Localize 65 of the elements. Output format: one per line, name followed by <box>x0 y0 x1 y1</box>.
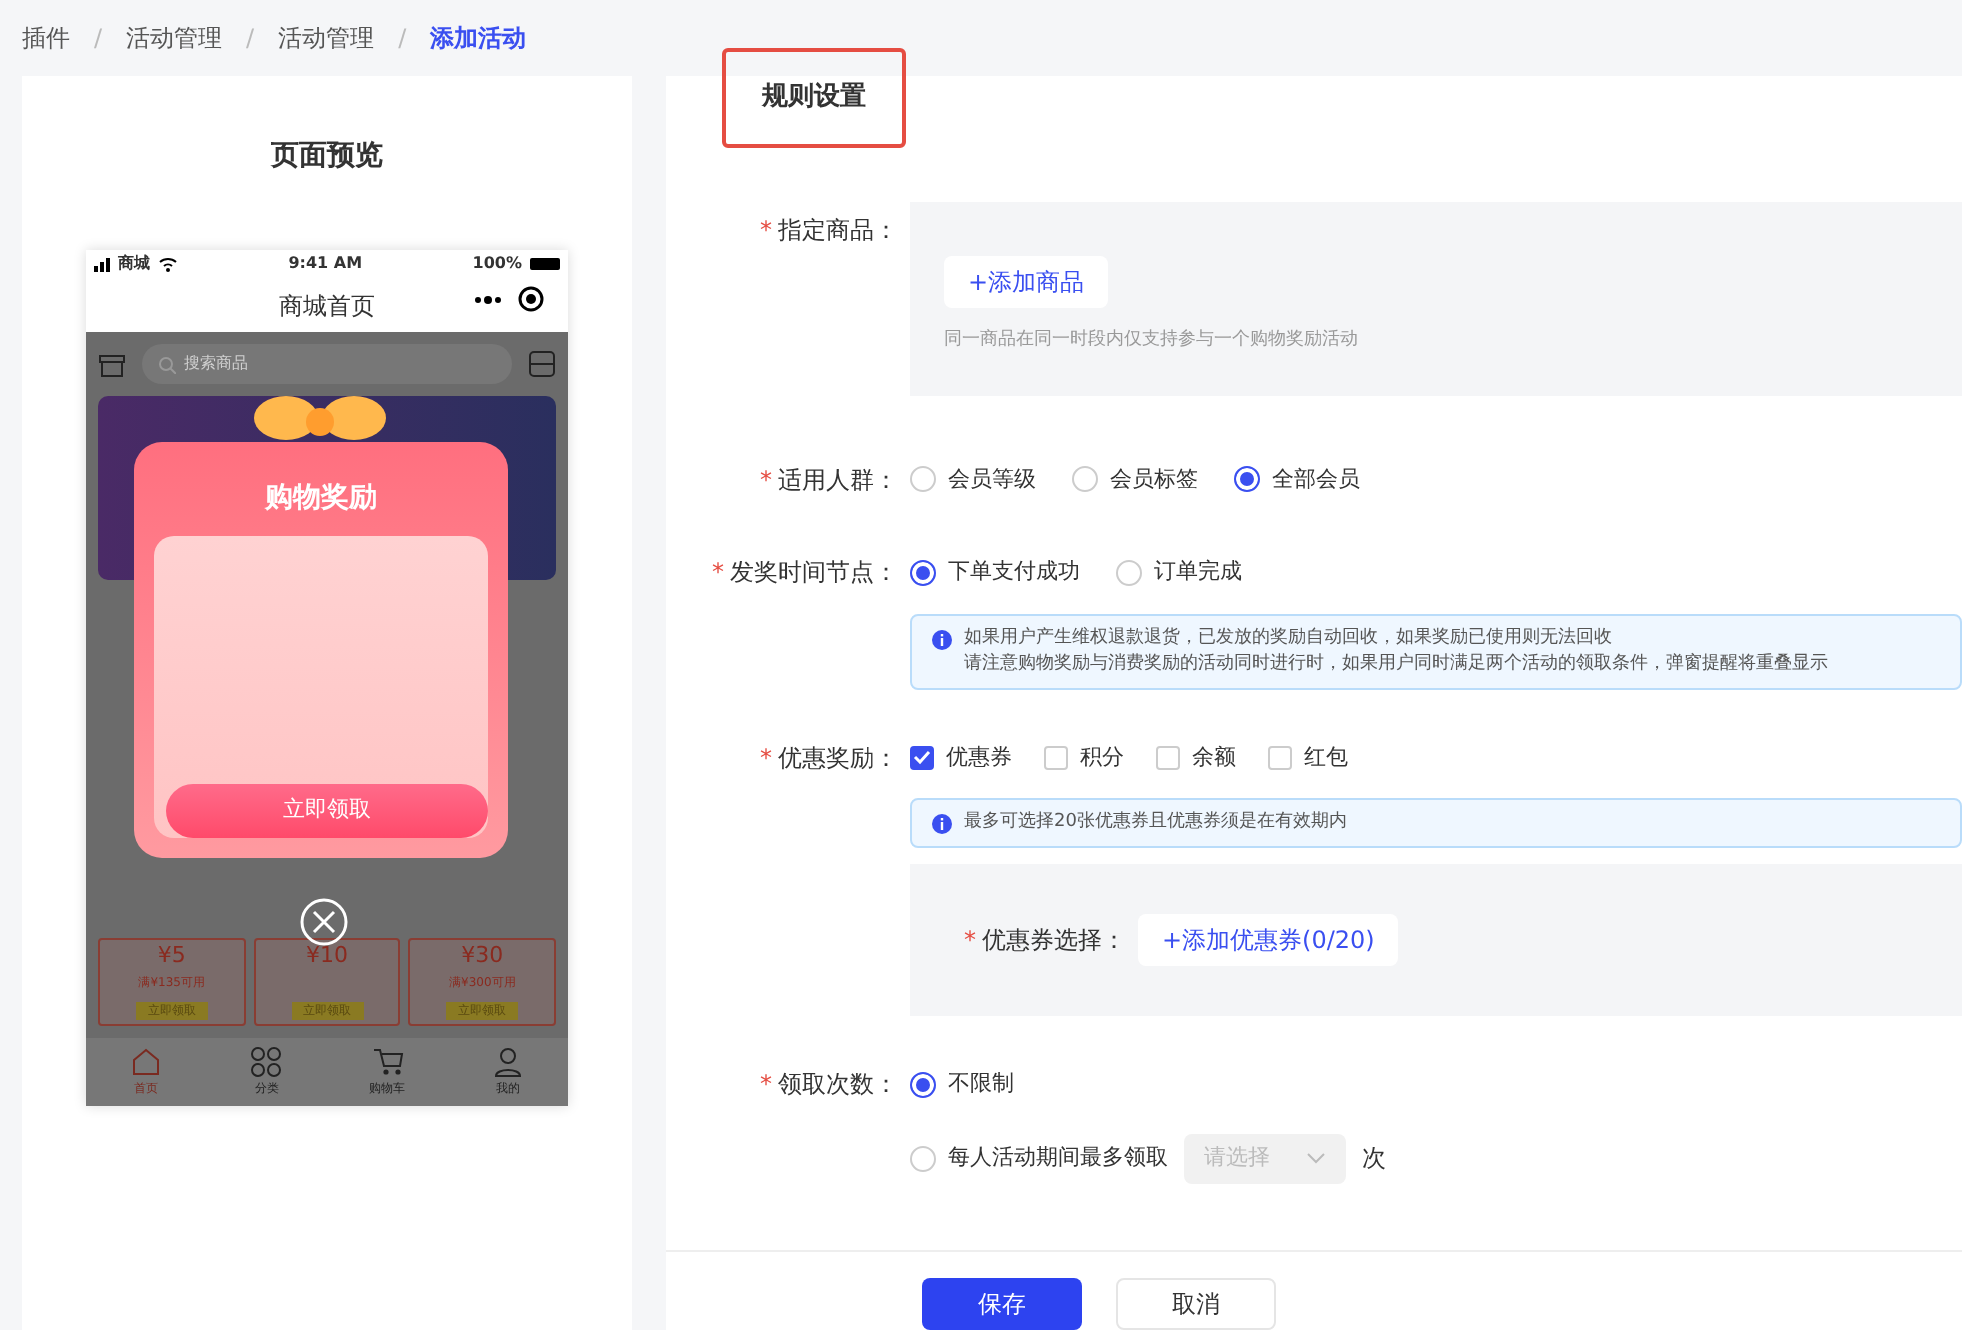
breadcrumb-separator: / <box>94 22 103 56</box>
info-icon <box>932 629 952 649</box>
more-icon <box>474 293 502 305</box>
field-label: * 领取次数： <box>758 1068 900 1100</box>
section-title: 规则设置 <box>722 48 906 147</box>
field-label: * 优惠券选择： <box>962 924 1128 956</box>
check-icon <box>912 748 932 767</box>
home-icon <box>130 1046 163 1078</box>
search-placeholder: 搜索商品 <box>184 352 248 376</box>
search-icon <box>158 355 176 373</box>
cart-icon <box>371 1046 404 1078</box>
info-icon <box>932 814 952 834</box>
save-button[interactable]: 保存 <box>922 1278 1082 1330</box>
checkbox[interactable] <box>910 745 934 770</box>
checkbox-option[interactable]: 红包 <box>1268 741 1348 774</box>
field-label: * 适用人群： <box>758 463 900 495</box>
alert-text: 如果用户产生维权退款退货，已发放的奖励自动回收，如果奖励已使用则无法回收 <box>964 625 1614 651</box>
close-icon <box>300 898 348 946</box>
radio-button[interactable] <box>910 1071 936 1098</box>
radio-option[interactable]: 每人活动期间最多领取 <box>910 1141 1168 1175</box>
radio-button[interactable] <box>1234 466 1260 493</box>
coupon-value: ¥5 <box>157 940 186 972</box>
popup-title: 购物奖励 <box>265 480 377 518</box>
battery-level: 100% <box>472 252 522 276</box>
battery-icon <box>530 258 560 270</box>
checkbox-option[interactable]: 优惠券 <box>910 741 1012 774</box>
page-title: 商城首页 <box>279 289 375 323</box>
caret-icon <box>1306 1152 1326 1164</box>
hint-text: 同一商品在同一时段内仅支持参与一个购物奖励活动 <box>944 327 1360 353</box>
radio-option[interactable]: 订单完成 <box>1116 556 1242 589</box>
coupon-value: ¥10 <box>306 940 348 972</box>
target-icon <box>518 286 544 312</box>
alert-text: 请注意购物奖励与消费奖励的活动同时进行时，如果用户同时满足两个活动的领取条件，弹窗提醒将重叠显示 <box>964 651 1828 677</box>
unit-text: 次 <box>1362 1142 1386 1176</box>
status-time: 9:41 AM <box>288 252 363 276</box>
add-coupon-button[interactable]: +添加优惠券(0/20) <box>1138 914 1399 966</box>
grid-icon <box>250 1046 283 1078</box>
alert-text: 最多可选择20张优惠券且优惠券须是在有效期内 <box>964 810 1347 836</box>
preview-title: 页面预览 <box>271 138 383 176</box>
signal-icon <box>94 256 110 272</box>
breadcrumb-link[interactable]: 活动管理 <box>278 20 375 56</box>
breadcrumb-link[interactable]: 添加活动 <box>430 20 527 56</box>
radio-option[interactable]: 下单支付成功 <box>910 556 1080 589</box>
add-product-button[interactable]: +添加商品 <box>944 255 1109 307</box>
field-label: * 发奖时间节点： <box>710 556 900 588</box>
breadcrumb-link[interactable]: 活动管理 <box>126 20 223 56</box>
cancel-button[interactable]: 取消 <box>1116 1278 1276 1330</box>
radio-option[interactable]: 不限制 <box>910 1068 1014 1101</box>
breadcrumb-separator: / <box>398 22 407 56</box>
radio-option[interactable]: 全部会员 <box>1234 463 1360 496</box>
radio-button[interactable] <box>910 559 936 586</box>
wifi-icon <box>158 256 178 272</box>
checkbox-option[interactable]: 积分 <box>1044 741 1124 774</box>
field-label: * 优惠奖励： <box>758 741 900 773</box>
person-icon <box>491 1046 524 1078</box>
radio-option[interactable]: 会员标签 <box>1072 463 1198 496</box>
field-label: * 指定商品： <box>758 213 900 245</box>
coupon-value: ¥30 <box>461 940 504 972</box>
carrier-name: 商城 <box>118 252 150 276</box>
breadcrumb-link[interactable]: 插件 <box>22 20 70 56</box>
scan-icon <box>528 350 556 378</box>
store-icon <box>98 351 126 377</box>
breadcrumb-separator: / <box>246 22 255 56</box>
radio-option[interactable]: 会员等级 <box>910 463 1036 496</box>
checkbox-option[interactable]: 余额 <box>1156 741 1236 774</box>
